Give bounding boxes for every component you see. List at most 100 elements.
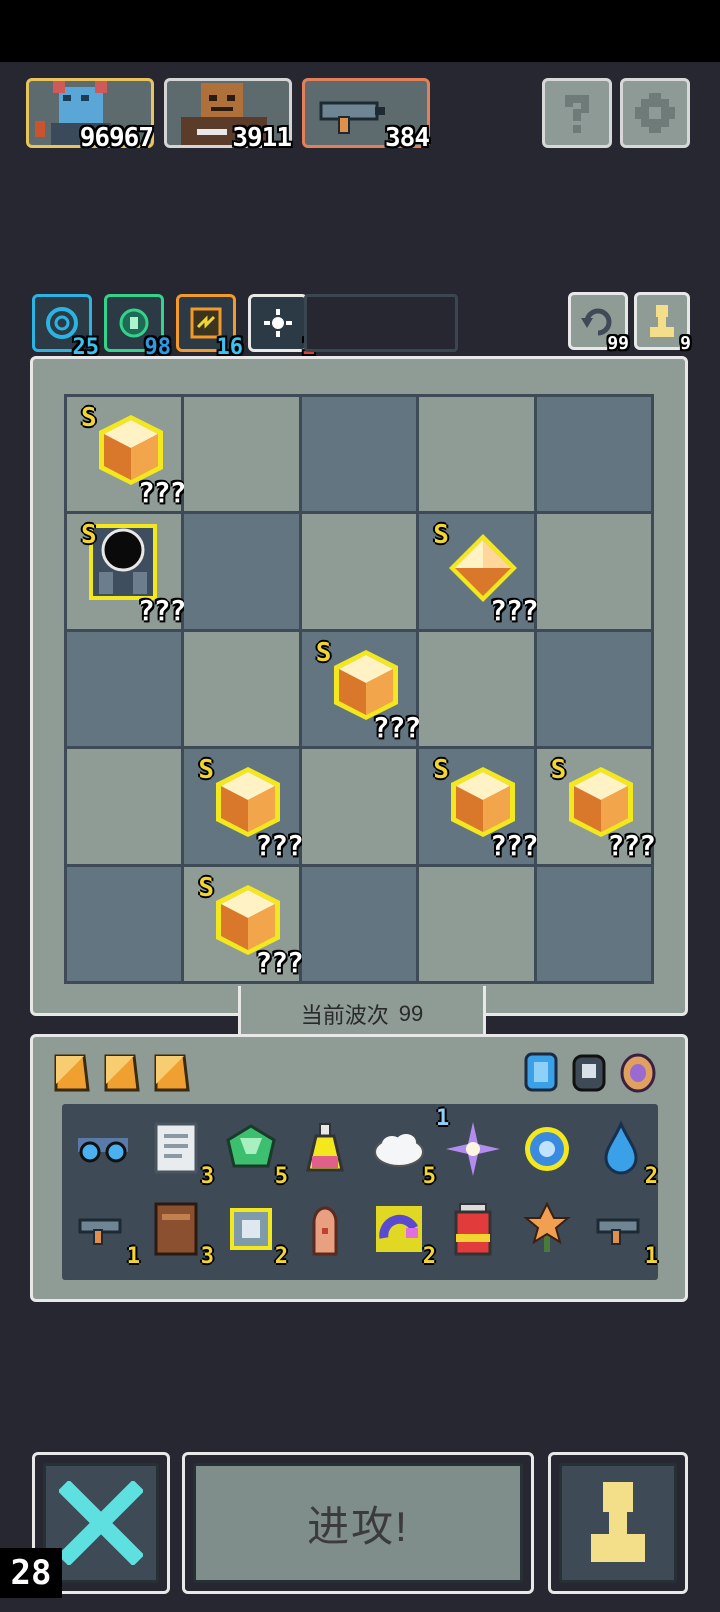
buff-sun[interactable]: 1 [248,294,315,359]
book-icon [154,1202,198,1256]
inventory-slot[interactable]: 1 [436,1108,504,1180]
rank-badge: S [81,403,97,433]
board-cell[interactable] [67,631,182,747]
unit-name: ??? [255,828,304,862]
help-button[interactable] [542,78,612,148]
inventory-slot[interactable]: 5 [368,1118,436,1188]
board-cell[interactable] [301,397,417,512]
settings-button[interactable] [620,78,690,148]
emerald-icon [226,1124,276,1168]
inventory-slot[interactable]: 5 [220,1118,288,1188]
question-icon [565,95,589,133]
unit-name: ??? [490,593,539,627]
inventory-slot[interactable]: 1 [72,1198,140,1268]
inventory-slot[interactable]: 2 [590,1118,658,1188]
unit-name: ??? [490,828,539,862]
inventory-slot[interactable]: 1 [590,1198,658,1268]
inventory-slot[interactable]: 2 [368,1198,436,1268]
board-cell[interactable] [419,866,534,981]
wave-number: 99 [398,1000,424,1026]
board-cell[interactable]: S??? [67,514,186,629]
cloud-icon [374,1134,424,1167]
star-burst-icon [446,1122,500,1176]
item-count: 1 [126,1244,140,1269]
wave-label: 当前波次 [300,1002,389,1028]
blaster-icon [596,1218,640,1245]
item-count: 2 [644,1164,658,1189]
brute-count: 3911 [232,123,292,153]
board-cell[interactable] [184,631,299,747]
buff-empty-slot [304,294,458,352]
inventory-slot[interactable] [442,1198,504,1260]
attack-button[interactable]: 进攻! [182,1452,534,1594]
board-cell[interactable]: S??? [301,631,421,747]
board-cell[interactable] [67,749,182,864]
shard-icon [54,1054,90,1092]
goggles-icon [78,1138,128,1163]
rank-badge: S [198,872,215,903]
buff-orb[interactable]: 98 [104,294,171,359]
unit-name: ??? [372,711,422,745]
rank-badge: S [433,755,449,786]
hero-resource-card[interactable]: 96967 [26,78,154,153]
item-count: 5 [274,1164,288,1189]
item-count: 3 [200,1164,214,1189]
board-cell[interactable]: S??? [536,749,656,864]
pawn-button[interactable] [548,1452,688,1594]
inventory-slot[interactable]: 2 [220,1198,288,1268]
item-count: 3 [200,1244,214,1269]
board-cell[interactable] [301,866,417,981]
board-cell[interactable] [184,397,299,512]
board-cell[interactable] [301,514,417,629]
board-cell[interactable] [419,631,534,747]
hero-count: 96967 [79,123,154,153]
board-cell[interactable] [536,631,651,747]
refresh-count: 99 [607,333,629,354]
status-bar [0,0,720,62]
board-grid: S??? S??? S??? S??? S??? S??? S??? S??? [64,394,656,984]
inventory-slot[interactable] [294,1118,356,1180]
rank-badge: S [315,637,332,668]
battery-icon [454,1203,492,1256]
unit-name: ??? [137,593,187,627]
board-cell[interactable] [184,514,299,629]
board-cell[interactable]: S??? [67,397,186,512]
brute-resource-card[interactable]: 3911 [164,78,292,153]
inventory-slot[interactable]: 3 [146,1118,214,1188]
pawn-counter[interactable]: 9 [634,292,691,353]
refresh-button[interactable]: 99 [568,292,629,354]
inventory-slot[interactable]: 3 [146,1198,214,1268]
unit-name: ??? [137,476,187,510]
item-count: 2 [422,1244,436,1269]
unit-name: ??? [255,946,304,979]
board-cell[interactable]: S??? [419,514,539,629]
board-cell[interactable] [419,397,534,512]
board-cell[interactable]: S??? [419,749,539,864]
inventory-slot[interactable] [516,1198,578,1260]
pawn-icon [591,1482,645,1562]
egg-icon [620,1053,656,1093]
gun-count: 384 [385,123,430,153]
sun-icon [264,309,292,337]
board-cell[interactable] [536,397,651,512]
item-count: 2 [274,1244,288,1269]
board-cell[interactable] [536,514,651,629]
inventory-slot[interactable] [72,1118,134,1180]
attack-button-label: 进攻! [307,1502,409,1550]
buff-spiral[interactable]: 25 [32,294,99,359]
potion-icon [306,1123,344,1172]
board-cell[interactable] [536,866,651,981]
board-cell[interactable] [67,866,182,981]
board-cell[interactable]: S??? [184,749,304,864]
inventory-slot[interactable] [294,1198,356,1260]
rank-badge: S [433,520,449,551]
board-cell[interactable] [301,749,417,864]
chip-icon [230,1208,272,1250]
buff-lightning[interactable]: 16 [176,294,243,359]
gun-resource-card[interactable]: 384 [302,78,430,153]
board-cell[interactable]: S??? [184,866,304,981]
blaster-icon [78,1218,122,1245]
item-count: 5 [422,1164,436,1189]
item-count: 1 [436,1106,450,1131]
inventory-slot[interactable] [516,1118,578,1180]
